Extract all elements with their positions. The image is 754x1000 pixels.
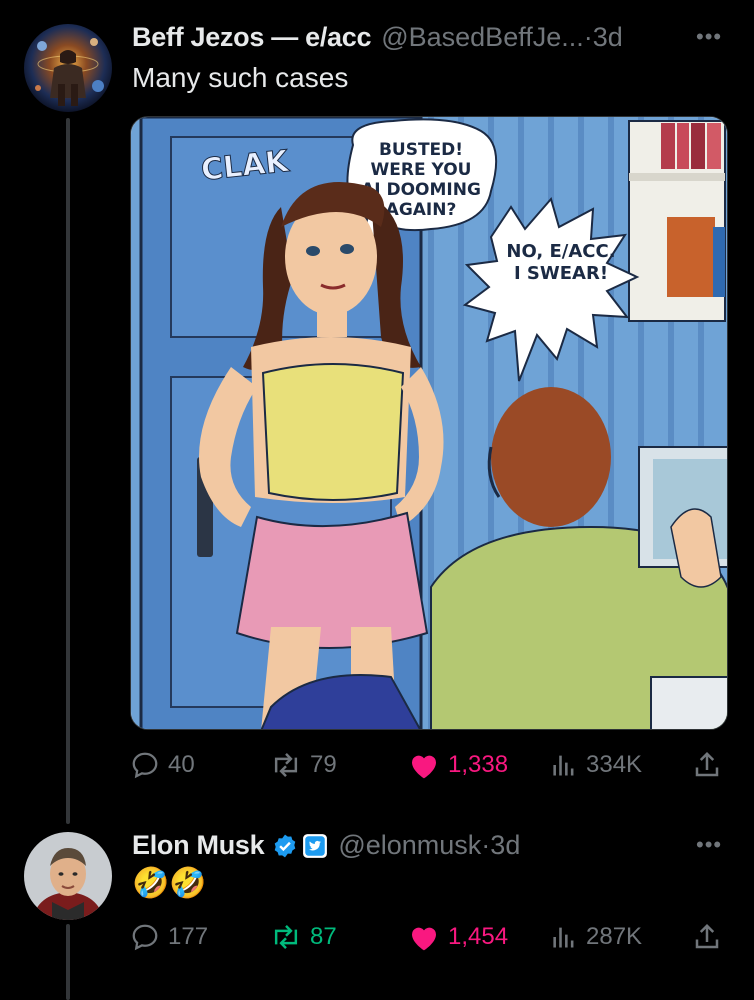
- views-chart-icon: [553, 927, 574, 948]
- comic-bubble-girl-line1: BUSTED!: [379, 140, 463, 160]
- post1-views-button[interactable]: 334K: [550, 750, 642, 780]
- post2-like-button[interactable]: 1,454: [408, 922, 508, 952]
- views-chart-icon: [553, 755, 574, 776]
- post2-text: 🤣🤣: [132, 867, 207, 900]
- post2-action-bar: 177 87 1,454 287K: [130, 918, 724, 958]
- thread-line-bottom: [66, 924, 70, 1000]
- post1-repost-count: 79: [310, 751, 337, 778]
- post2-share-button[interactable]: [692, 922, 722, 952]
- comic-bubble-girl-line2: WERE YOU: [371, 160, 472, 180]
- repost-icon: [274, 753, 298, 777]
- post2-views-button[interactable]: 287K: [550, 922, 642, 952]
- verified-badge-icon: [272, 833, 298, 859]
- more-dots-icon-post2[interactable]: •••: [696, 832, 722, 858]
- reply-icon: [132, 924, 158, 951]
- twitter-bird-badge-icon: [302, 833, 328, 859]
- post1-author-name[interactable]: Beff Jezos — e/acc: [132, 22, 372, 53]
- reply-icon: [132, 752, 158, 779]
- post1-text: Many such cases: [132, 62, 349, 93]
- avatar-beff-jezos[interactable]: [24, 24, 112, 112]
- post2-reply-count: 177: [168, 923, 209, 950]
- avatar-elon-musk[interactable]: [24, 832, 112, 920]
- repost-icon: [274, 925, 298, 949]
- share-icon: [695, 923, 719, 949]
- post1-like-count: 1,338: [448, 751, 509, 778]
- post2-repost-count: 87: [310, 923, 337, 950]
- comic-bubble-boy-line2: I SWEAR!: [514, 263, 608, 284]
- post2-like-count: 1,454: [448, 923, 509, 950]
- post2-dot-separator: ·: [481, 830, 491, 860]
- post1-dot-separator: ·: [583, 22, 593, 52]
- post2-handle[interactable]: @elonmusk: [338, 830, 481, 860]
- share-icon: [695, 751, 719, 777]
- post2-reply-button[interactable]: 177: [130, 922, 208, 952]
- post1-reply-button[interactable]: 40: [130, 750, 195, 780]
- post1-repost-button[interactable]: 79: [270, 750, 337, 780]
- post2-author-name[interactable]: Elon Musk: [132, 830, 265, 861]
- more-dots-icon[interactable]: •••: [696, 24, 722, 50]
- post2-header: Elon Musk @elonmusk·3d: [132, 830, 520, 861]
- post1-view-count: 334K: [586, 751, 643, 778]
- post1-handle[interactable]: @BasedBeffJe...: [381, 22, 584, 52]
- post1-share-button[interactable]: [692, 750, 722, 780]
- post1-comic-image[interactable]: CLAK BUSTED! WERE YOU AI DOOMING AGAIN? …: [130, 116, 728, 730]
- post2-time[interactable]: 3d: [490, 830, 520, 860]
- post2-view-count: 287K: [586, 923, 643, 950]
- post1-like-button[interactable]: 1,338: [408, 750, 508, 780]
- comic-bubble-girl-line4: AGAIN?: [386, 200, 457, 220]
- heart-filled-icon: [412, 927, 436, 951]
- post1-time[interactable]: 3d: [593, 22, 623, 52]
- post2-repost-button[interactable]: 87: [270, 922, 337, 952]
- post1-header: Beff Jezos — e/acc @BasedBeffJe...·3d: [132, 22, 623, 53]
- post1-reply-count: 40: [168, 751, 195, 778]
- heart-filled-icon: [412, 755, 436, 779]
- post1-action-bar: 40 79 1,338 334K: [130, 746, 724, 786]
- comic-bubble-boy-line1: NO, E/ACC.: [506, 241, 615, 262]
- thread-line-top: [66, 118, 70, 824]
